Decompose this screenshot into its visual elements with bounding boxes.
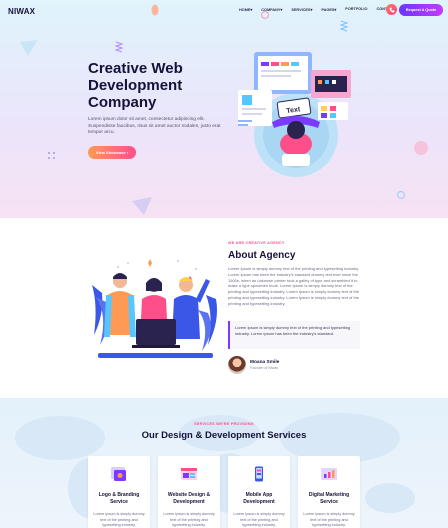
service-card-mobile-app[interactable]: Mobile App Development Lorem Ipsum is si… [228,456,290,528]
service-name: Logo & Branding Service [98,492,140,505]
services-title: Our Design & Development Services [141,430,307,441]
triangle-decoration-icon [132,197,152,215]
about-eyebrow: WE ARE CREATIVE AGENCY [228,241,285,245]
hero-description: Lorem ipsum dolor sit amet, consectetur … [88,117,221,135]
world-map-background [15,413,415,518]
author-name: Moana Smile [250,360,280,365]
nav-item-services[interactable]: SERVICES▾ [291,7,312,12]
circle-decoration-icon [414,141,428,155]
services-section: SERVICES WE'RE PROVIDING Our Design & De… [0,398,448,528]
mobile-app-icon [255,466,263,482]
service-name: Digital Marketing Service [308,492,350,505]
service-description: Lorem Ipsum is simply dummy text of the … [93,512,145,527]
digital-marketing-icon [321,468,337,480]
nav-item-pages[interactable]: PAGES▾ [321,7,336,12]
author-role: Founder of Niwax [250,366,279,370]
author-block: Moana Smile Founder of Niwax [228,356,279,374]
request-quote-button[interactable]: Request A Quote [399,4,443,16]
hero-title: Creative Web Development Company [88,60,183,111]
view-showcase-button[interactable]: View Showcase › [88,146,136,159]
hero-section: Creative Web Development Company Lorem i… [0,0,448,218]
team-illustration [92,259,217,358]
main-nav: HOME▾ COMPANY▾ SERVICES▾ PAGES▾ PORTFOLI… [239,7,395,12]
web-design-icon [181,468,197,480]
service-card-digital-marketing[interactable]: Digital Marketing Service Lorem Ipsum is… [298,456,360,528]
service-description: Lorem Ipsum is simply dummy text of the … [233,512,285,527]
zigzag-decoration-icon [115,41,123,53]
site-header: NIWAX HOME▾ COMPANY▾ SERVICES▾ PAGES▾ PO… [0,0,448,22]
nav-item-portfolio[interactable]: PORTFOLIO [345,7,367,12]
about-title: About Agency [228,250,296,261]
about-quote: Lorem Ipsum is simply dummy text of the … [228,321,360,349]
dots-decoration-icon [48,152,55,159]
phone-icon [389,7,394,12]
service-description: Lorem Ipsum is simply dummy text of the … [303,512,355,527]
services-eyebrow: SERVICES WE'RE PROVIDING [194,422,254,426]
service-name: Website Design & Development [167,492,211,505]
ring-decoration-icon [396,190,406,200]
triangle-decoration-icon [20,40,38,56]
service-name: Mobile App Development [243,492,275,505]
service-description: Lorem Ipsum is simply dummy text of the … [163,512,215,527]
site-logo[interactable]: NIWAX [8,7,35,16]
nav-item-company[interactable]: COMPANY▾ [261,7,282,12]
service-card-website[interactable]: Website Design & Development Lorem Ipsum… [158,456,220,528]
service-card-logo-branding[interactable]: Logo & Branding Service Lorem Ipsum is s… [88,456,150,528]
phone-button[interactable] [386,4,397,15]
avatar [228,356,246,374]
about-description: Lorem Ipsum is simply dummy text of the … [228,266,360,306]
logo-branding-icon [111,467,126,481]
developer-at-desk-illustration: Text [238,52,351,177]
nav-item-home[interactable]: HOME▾ [239,7,252,12]
